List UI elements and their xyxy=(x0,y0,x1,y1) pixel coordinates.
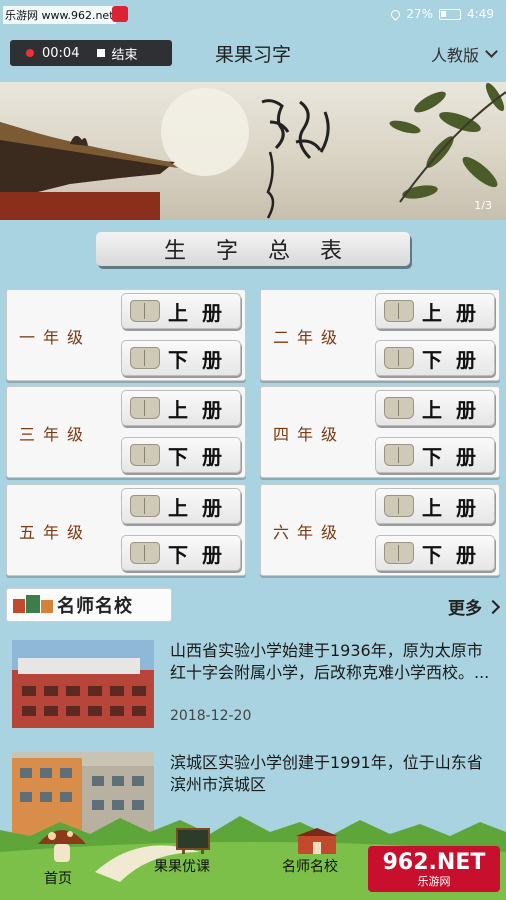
grade-card-3: 三年级 上册 下册 xyxy=(6,386,246,478)
grade-2-volume-down-button[interactable]: 下册 xyxy=(375,340,495,376)
watermark-big: 962.NET xyxy=(382,849,486,875)
volume-label: 上册 xyxy=(422,300,490,325)
grade-card-1: 一年级 上册 下册 xyxy=(6,289,246,381)
grade-1-volume-down-button[interactable]: 下册 xyxy=(121,340,241,376)
watermark-small: 乐游网 xyxy=(417,874,451,888)
grade-6-volume-up-button[interactable]: 上册 xyxy=(375,488,495,524)
grade-card-4: 四年级 上册 下册 xyxy=(260,386,500,478)
status-bar: 乐游网 www.962.net 27% 4:49 xyxy=(0,0,506,30)
volume-label: 下册 xyxy=(422,444,490,469)
more-link[interactable]: 更多 xyxy=(448,594,501,619)
school-icon xyxy=(13,595,53,615)
grade-6-volume-down-button[interactable]: 下册 xyxy=(375,535,495,571)
famous-schools-label: 名师名校 xyxy=(57,596,133,617)
book-icon xyxy=(384,300,414,322)
grade-5-volume-down-button[interactable]: 下册 xyxy=(121,535,241,571)
grade-name: 五年级 xyxy=(19,523,92,542)
banner-art xyxy=(0,82,506,220)
battery-icon xyxy=(439,8,462,20)
banner-page-indicator: 1/3 xyxy=(474,199,492,212)
watermark-top: 乐游网 www.962.net xyxy=(3,6,116,24)
grade-5-volume-up-button[interactable]: 上册 xyxy=(121,488,241,524)
grade-4-volume-down-button[interactable]: 下册 xyxy=(375,437,495,473)
battery-percent: 27% xyxy=(406,7,434,21)
volume-label: 下册 xyxy=(168,347,236,372)
tab-schools[interactable]: 名师名校 xyxy=(282,856,338,876)
volume-label: 上册 xyxy=(422,397,490,422)
volume-label: 上册 xyxy=(168,397,236,422)
blackboard-icon[interactable] xyxy=(176,828,210,854)
home-mushroom-icon[interactable] xyxy=(36,822,88,864)
book-icon xyxy=(384,495,414,517)
book-icon xyxy=(130,495,160,517)
volume-label: 上册 xyxy=(168,495,236,520)
news-date: 2018-12-20 xyxy=(170,708,252,724)
edition-selector[interactable]: 人教版 xyxy=(430,42,498,66)
notification-icon xyxy=(112,6,128,22)
tab-courses[interactable]: 果果优课 xyxy=(154,856,210,876)
grade-name: 一年级 xyxy=(19,328,92,347)
grade-4-volume-up-button[interactable]: 上册 xyxy=(375,390,495,426)
volume-label: 下册 xyxy=(422,542,490,567)
banner-moon xyxy=(161,88,249,176)
banner-calligraphy-2 xyxy=(295,100,330,160)
location-icon xyxy=(389,7,403,21)
grade-2-volume-up-button[interactable]: 上册 xyxy=(375,293,495,329)
news-summary: 滨城区实验小学创建于1991年，位于山东省滨州市滨城区 xyxy=(170,753,483,794)
book-icon xyxy=(130,397,160,419)
school-building-icon[interactable] xyxy=(296,828,338,854)
banner-carousel[interactable]: 1/3 xyxy=(0,82,506,220)
volume-label: 上册 xyxy=(422,495,490,520)
banner-leaves xyxy=(389,82,505,199)
banner-calligraphy-1 xyxy=(261,99,290,150)
book-icon xyxy=(130,347,160,369)
tab-home[interactable]: 首页 xyxy=(44,868,72,888)
grade-name: 三年级 xyxy=(19,425,92,444)
watermark-bottom: 962.NET 乐游网 xyxy=(368,846,500,892)
book-icon xyxy=(384,444,414,466)
volume-label: 上册 xyxy=(168,300,236,325)
chevron-right-icon xyxy=(485,599,501,614)
banner-calligraphy-3 xyxy=(266,151,275,219)
edition-label: 人教版 xyxy=(430,46,479,65)
volume-label: 下册 xyxy=(422,347,490,372)
character-summary-button[interactable]: 生字总表 xyxy=(96,232,410,266)
famous-schools-tab[interactable]: 名师名校 xyxy=(6,588,172,622)
volume-label: 下册 xyxy=(168,444,236,469)
book-icon xyxy=(384,542,414,564)
more-label: 更多 xyxy=(448,599,482,619)
grade-name: 四年级 xyxy=(273,425,346,444)
book-icon xyxy=(384,397,414,419)
grade-3-volume-up-button[interactable]: 上册 xyxy=(121,390,241,426)
volume-label: 下册 xyxy=(168,542,236,567)
grade-card-6: 六年级 上册 下册 xyxy=(260,484,500,576)
list-item[interactable]: 山西省实验小学始建于1936年，原为太原市红十字会附属小学，后改称克难小学西校。… xyxy=(0,640,506,734)
grade-name: 二年级 xyxy=(273,328,346,347)
grade-1-volume-up-button[interactable]: 上册 xyxy=(121,293,241,329)
grade-3-volume-down-button[interactable]: 下册 xyxy=(121,437,241,473)
news-summary: 山西省实验小学始建于1936年，原为太原市红十字会附属小学，后改称克难小学西校。… xyxy=(170,641,490,682)
clock: 4:49 xyxy=(467,7,494,21)
status-right: 27% 4:49 xyxy=(389,7,494,21)
app-header: 00:04 结束 果果习字 人教版 xyxy=(0,30,506,80)
banner-wall xyxy=(0,192,160,220)
news-thumbnail xyxy=(12,640,154,728)
book-icon xyxy=(384,347,414,369)
book-icon xyxy=(130,444,160,466)
book-icon xyxy=(130,542,160,564)
grade-name: 六年级 xyxy=(273,523,346,542)
book-icon xyxy=(130,300,160,322)
chevron-down-icon xyxy=(485,45,498,58)
grade-card-2: 二年级 上册 下册 xyxy=(260,289,500,381)
grade-card-5: 五年级 上册 下册 xyxy=(6,484,246,576)
